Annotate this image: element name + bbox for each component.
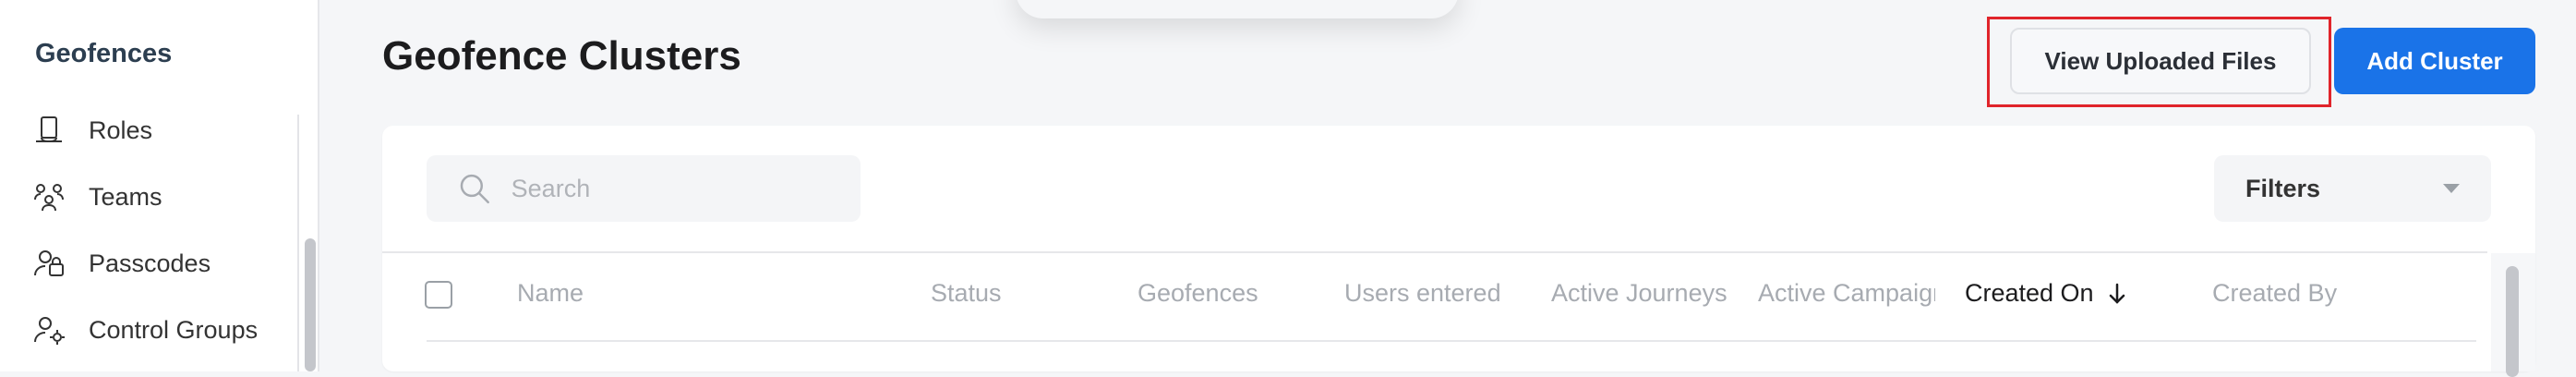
column-header-created-by[interactable]: Created By	[2212, 279, 2415, 308]
filters-dropdown[interactable]: Filters	[2214, 155, 2491, 222]
sidebar-item-label: Roles	[89, 116, 153, 144]
sidebar-item-roles[interactable]: Roles	[33, 108, 152, 152]
hat-icon	[33, 115, 65, 146]
user-gear-icon	[33, 314, 65, 346]
select-all-checkbox[interactable]	[425, 281, 452, 309]
teams-icon	[33, 181, 65, 213]
column-header-active-campaigns[interactable]: Active Campaigns	[1758, 279, 1935, 308]
sidebar-item-label: Teams	[89, 182, 163, 211]
sort-arrow-down-icon	[2109, 283, 2125, 304]
sidebar: Geofences Roles Teams Passcodes Control …	[0, 0, 319, 371]
clusters-card: Filters Name Status Geofences Users ente…	[382, 126, 2535, 377]
column-header-users-entered[interactable]: Users entered	[1344, 279, 1529, 308]
sidebar-section-title: Geofences	[35, 39, 173, 68]
sidebar-divider	[297, 115, 299, 371]
column-header-label: Created On	[1965, 279, 2094, 307]
column-header-active-journeys[interactable]: Active Journeys	[1551, 279, 1728, 308]
column-header-created-on[interactable]: Created On	[1965, 279, 2127, 308]
overlay-shadow	[1016, 0, 1459, 18]
caret-down-icon	[2443, 184, 2460, 193]
highlight-box	[1987, 17, 2331, 107]
sidebar-item-control-groups[interactable]: Control Groups	[33, 308, 258, 352]
sidebar-item-label: Control Groups	[89, 315, 259, 344]
table-scrollbar[interactable]	[2506, 266, 2519, 377]
filters-label: Filters	[2245, 174, 2321, 202]
passcodes-icon	[33, 248, 65, 279]
sidebar-scrollbar[interactable]	[305, 238, 316, 371]
page-title: Geofence Clusters	[382, 33, 741, 79]
sidebar-item-label: Passcodes	[89, 249, 211, 277]
sidebar-item-teams[interactable]: Teams	[33, 175, 163, 219]
sidebar-item-passcodes[interactable]: Passcodes	[33, 241, 211, 286]
search-icon	[460, 174, 489, 204]
search-box[interactable]	[427, 155, 861, 222]
add-cluster-button[interactable]: Add Cluster	[2334, 28, 2535, 94]
column-header-name[interactable]: Name	[517, 279, 702, 308]
column-header-geofences[interactable]: Geofences	[1138, 279, 1322, 308]
search-input[interactable]	[509, 173, 861, 204]
column-header-status[interactable]: Status	[931, 279, 1115, 308]
